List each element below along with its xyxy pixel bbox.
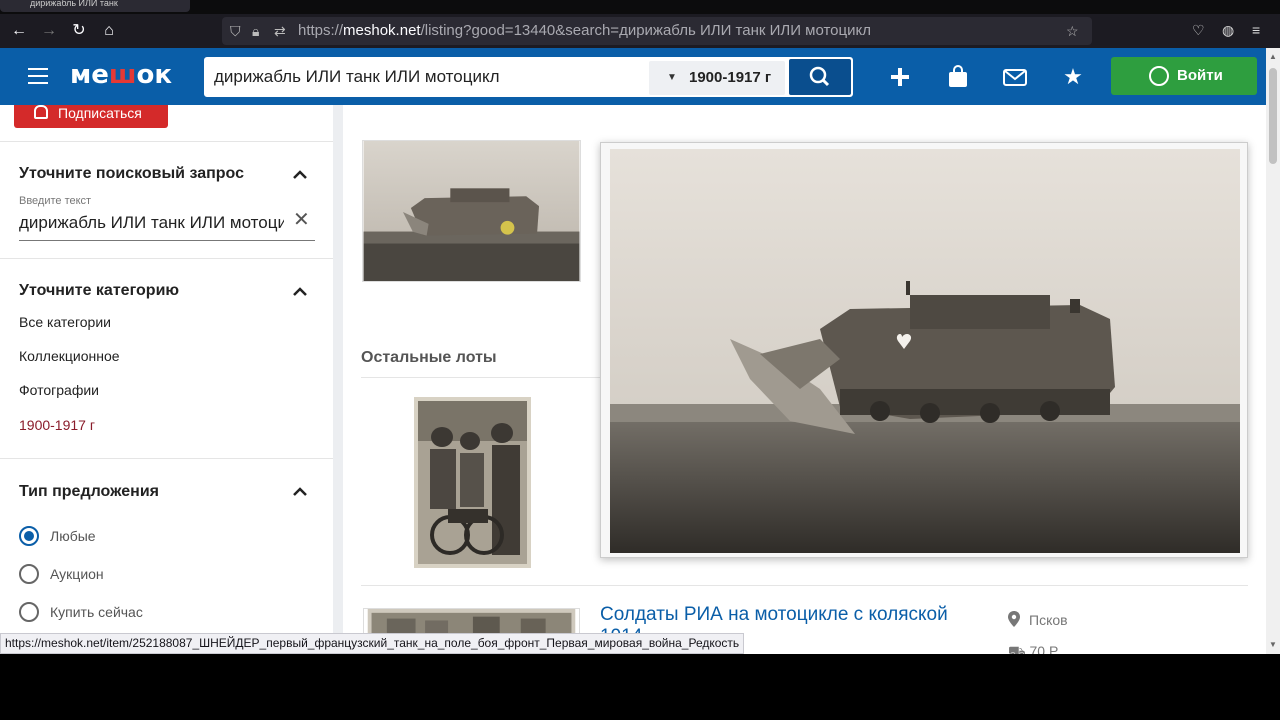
refine-query-title[interactable]: Уточните поисковый запрос [19,165,244,183]
radio-any[interactable] [19,526,39,546]
search-button[interactable] [789,59,851,95]
favorites-star-icon[interactable]: ★ [1059,63,1087,91]
url-path: /listing?good=13440&search=дирижабль ИЛИ… [420,22,871,39]
browser-toolbar: ← → ↻ ⌂ ⛉ 🔒︎ ⇄ https://meshok.net/listin… [0,14,1280,48]
divider [0,141,333,142]
offer-type-title[interactable]: Тип предложения [19,483,159,501]
lot-city: Псков [1029,612,1068,628]
radio-any-label[interactable]: Любые [50,528,96,544]
logo-text-part1: ме [70,60,109,90]
scroll-thumb[interactable] [1269,68,1277,164]
lot-thumbnail-motorcycle[interactable] [414,397,531,568]
radio-buy-now-label[interactable]: Купить сейчас [50,604,143,620]
lock-icon[interactable]: 🔒︎ [252,22,259,40]
page-scrollbar[interactable]: ▲ ▼ [1266,48,1280,654]
logo-text-part2: ш [108,60,137,90]
url-domain: meshok.net [343,22,421,39]
radio-auction-label[interactable]: Аукцион [50,566,104,582]
category-link-collectibles[interactable]: Коллекционное [19,348,120,364]
permissions-icon[interactable]: ⇄ [274,22,286,40]
pocket-icon[interactable]: ♡ [1192,22,1205,39]
search-input[interactable]: дирижабль ИЛИ танк ИЛИ мотоцикл [214,67,500,87]
lot-price: 70 Р [1029,643,1059,654]
browser-tab-title: дирижабль ИЛИ танк [30,0,118,8]
site-logo[interactable]: мешок [70,60,172,90]
chevron-up-icon[interactable] [292,484,308,500]
mail-icon[interactable] [1001,63,1029,91]
category-link-photos[interactable]: Фотографии [19,382,99,398]
user-icon [1149,66,1169,86]
menu-icon[interactable]: ≡ [1252,22,1260,38]
period-select-value: 1900-1917 г [689,69,772,86]
filter-sidebar: Подписаться Уточните поисковый запрос Вв… [0,105,333,654]
divider [0,258,333,259]
category-link-all[interactable]: Все категории [19,314,111,330]
input-underline [19,240,315,241]
logo-text-part3: ок [136,60,173,90]
site-header: мешок дирижабль ИЛИ танк ИЛИ мотоцикл ▼ … [0,48,1266,105]
forward-arrow-icon[interactable]: → [38,21,60,41]
home-icon[interactable]: ⌂ [98,21,120,41]
hamburger-menu-icon[interactable] [28,68,48,84]
letterbox-bottom [0,654,1280,720]
other-lots-title: Остальные лоты [361,349,497,366]
scroll-up-arrow-icon[interactable]: ▲ [1269,52,1277,61]
search-icon [809,66,830,87]
divider [361,585,1248,586]
truck-icon: ⛟ [1008,643,1030,654]
lot-thumbnail-tank[interactable] [362,140,581,282]
caret-down-icon: ▼ [667,72,677,83]
bookmark-star-icon[interactable]: ☆ [1066,22,1079,40]
extension-icon[interactable]: ◍ [1222,22,1234,39]
address-text[interactable]: https://meshok.net/listing?good=13440&se… [298,22,871,40]
shopping-bag-icon[interactable] [944,63,972,91]
add-listing-icon[interactable] [886,63,914,91]
text-field-label: Введите текст [19,195,92,207]
chevron-up-icon[interactable] [292,167,308,183]
browser-tab[interactable]: дирижабль ИЛИ танк [0,0,190,12]
divider [0,458,333,459]
address-bar[interactable]: ⛉ 🔒︎ ⇄ https://meshok.net/listing?good=1… [222,17,1092,45]
search-box: дирижабль ИЛИ танк ИЛИ мотоцикл ▼ 1900-1… [204,57,853,97]
category-title[interactable]: Уточните категорию [19,282,179,300]
radio-auction[interactable] [19,564,39,584]
period-select[interactable]: ▼ 1900-1917 г [649,61,785,95]
shield-icon[interactable]: ⛉ [230,22,241,40]
reload-icon[interactable]: ↻ [68,21,90,41]
clear-icon[interactable]: ✕ [293,207,310,232]
url-scheme: https:// [298,22,344,39]
refine-text-input[interactable]: дирижабль ИЛИ танк ИЛИ мотоцикл [19,213,284,233]
chevron-up-icon[interactable] [292,284,308,300]
tank-photo-preview [610,149,1240,553]
login-button-label: Войти [1177,67,1223,84]
lot-price-partial: ⛟ 70 Р [1008,643,1098,654]
login-button[interactable]: Войти [1111,57,1257,95]
subscribe-button[interactable]: Подписаться [14,105,168,128]
divider [361,377,601,378]
browser-tab-strip: дирижабль ИЛИ танк [0,0,1280,14]
category-link-active[interactable]: 1900-1917 г [19,417,95,433]
scroll-down-arrow-icon[interactable]: ▼ [1269,640,1277,649]
bell-icon [34,105,48,119]
location-pin-icon [1008,611,1020,627]
radio-buy-now[interactable] [19,602,39,622]
back-arrow-icon[interactable]: ← [8,21,30,41]
subscribe-label: Подписаться [58,105,142,121]
image-preview-popup [600,142,1248,558]
link-status-bar: https://meshok.net/item/252188087_ШНЕЙДЕ… [0,633,745,654]
